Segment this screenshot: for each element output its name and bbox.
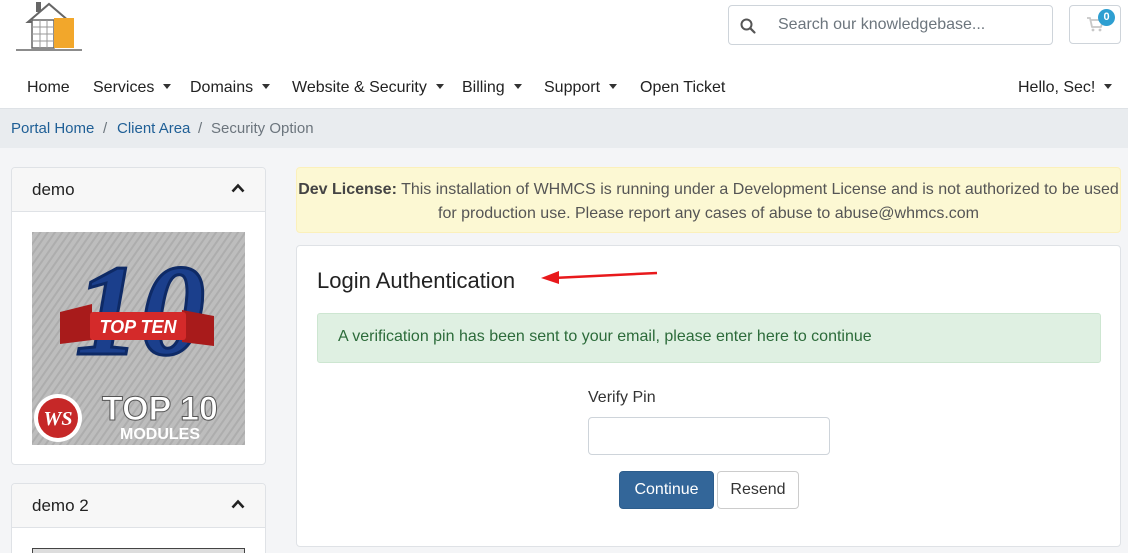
search-input[interactable]: Search our knowledgebase... <box>778 16 985 34</box>
nav-home-label: Home <box>27 79 70 96</box>
verify-pin-input[interactable] <box>588 417 830 455</box>
verification-message: A verification pin has been sent to your… <box>317 313 1101 363</box>
promo-subline: MODULES <box>120 426 200 443</box>
nav-open-ticket-label: Open Ticket <box>640 79 726 96</box>
knowledgebase-search[interactable]: Search our knowledgebase... <box>728 5 1053 45</box>
top-10-modules-banner[interactable]: 10 TOP TEN WS TOP 10 MODULES <box>32 232 245 445</box>
nav-domains[interactable]: Domains <box>190 79 271 97</box>
chevron-up-icon[interactable] <box>231 183 245 193</box>
sidebar-panel-demo-2: demo 2 <box>11 483 266 553</box>
search-icon <box>740 18 756 34</box>
promo-ws-badge: WS <box>44 408 73 430</box>
nav-open-ticket[interactable]: Open Ticket <box>640 79 725 97</box>
user-greeting: Hello, Sec! <box>1018 79 1096 96</box>
breadcrumb-current: Security Option <box>211 120 314 137</box>
dev-license-notice: Dev License: This installation of WHMCS … <box>296 167 1121 233</box>
notice-text: This installation of WHMCS is running un… <box>401 181 1119 222</box>
nav-domains-label: Domains <box>190 79 254 96</box>
sidebar-panel-header[interactable]: demo 2 <box>12 484 265 528</box>
nav-services-label: Services <box>93 79 155 96</box>
nav-user-menu[interactable]: Hello, Sec! <box>1018 79 1113 97</box>
nav-support-label: Support <box>544 79 601 96</box>
chevron-up-icon[interactable] <box>231 499 245 509</box>
cart-button[interactable]: 0 <box>1069 5 1121 44</box>
caret-down-icon <box>1104 84 1113 89</box>
resend-button[interactable]: Resend <box>717 471 799 509</box>
nav-support[interactable]: Support <box>544 79 618 97</box>
sidebar-panel-title: demo <box>32 180 75 199</box>
annotation-arrow-icon <box>541 271 658 284</box>
caret-down-icon <box>513 84 522 89</box>
promo-headline: TOP 10 <box>102 390 218 428</box>
breadcrumb-separator: / <box>198 120 203 137</box>
continue-button[interactable]: Continue <box>619 471 714 509</box>
nav-services[interactable]: Services <box>93 79 172 97</box>
nav-website-security-label: Website & Security <box>292 79 427 96</box>
nav-billing-label: Billing <box>462 79 505 96</box>
page-title: Login Authentication <box>317 268 516 293</box>
notice-label: Dev License: <box>298 181 397 198</box>
nav-home[interactable]: Home <box>27 79 70 97</box>
cart-count-badge: 0 <box>1098 9 1115 26</box>
sidebar-panel-image <box>32 548 245 553</box>
sidebar-panel-header[interactable]: demo <box>12 168 265 212</box>
caret-down-icon <box>435 84 444 89</box>
breadcrumb-separator: / <box>103 120 108 137</box>
breadcrumb-portal-home[interactable]: Portal Home <box>11 120 94 137</box>
breadcrumb: Portal Home / Client Area / Security Opt… <box>0 108 1128 148</box>
nav-website-security[interactable]: Website & Security <box>292 79 444 97</box>
login-authentication-card: Login Authentication A verification pin … <box>296 245 1121 547</box>
main-nav: Home Services Domains Website & Security… <box>0 68 1128 108</box>
sidebar-panel-demo: demo 10 TOP TEN WS TOP 10 MODULES <box>11 167 266 465</box>
breadcrumb-client-area[interactable]: Client Area <box>117 120 190 137</box>
header: Search our knowledgebase... 0 <box>0 0 1128 68</box>
caret-down-icon <box>163 84 172 89</box>
caret-down-icon <box>262 84 271 89</box>
nav-billing[interactable]: Billing <box>462 79 522 97</box>
verify-pin-label: Verify Pin <box>588 389 656 406</box>
logo-house-icon[interactable] <box>14 0 84 54</box>
sidebar-panel-title: demo 2 <box>32 496 89 515</box>
caret-down-icon <box>609 84 618 89</box>
promo-banner-text: TOP TEN <box>99 317 177 337</box>
